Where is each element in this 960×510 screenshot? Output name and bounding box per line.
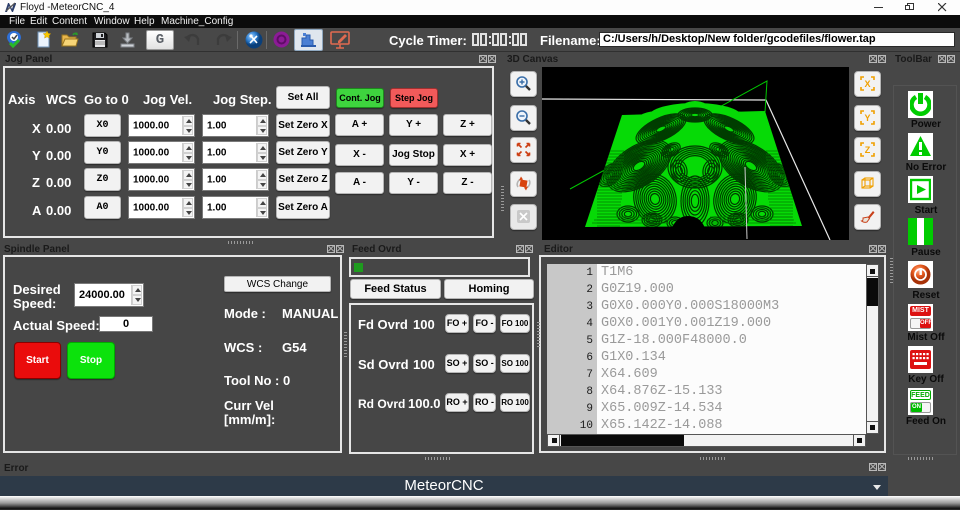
svg-text:X: X xyxy=(864,79,870,89)
svg-text:Y: Y xyxy=(864,113,870,123)
svg-text:Z: Z xyxy=(865,145,871,155)
